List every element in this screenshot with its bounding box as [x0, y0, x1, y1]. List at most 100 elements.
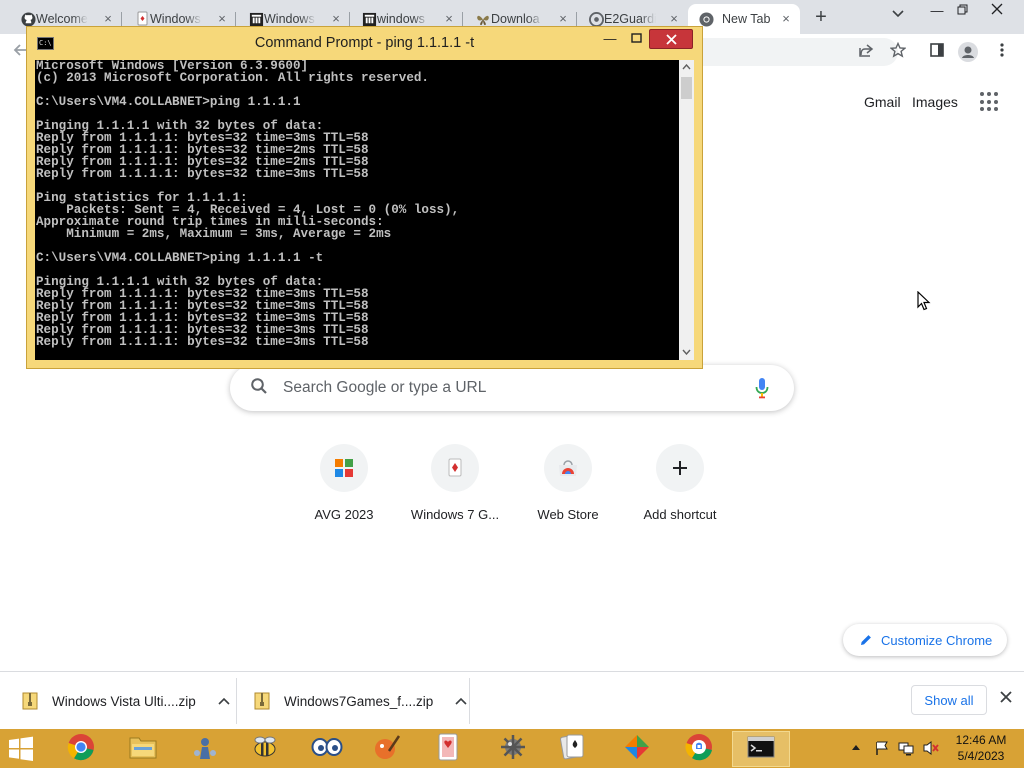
chess-icon — [191, 733, 219, 766]
show-hidden-icons-icon[interactable] — [851, 740, 861, 756]
taskbar-chrome[interactable] — [52, 731, 110, 767]
microphone-icon[interactable] — [754, 376, 770, 400]
search-placeholder: Search Google or type a URL — [283, 379, 487, 396]
command-prompt-window[interactable]: C:\ Command Prompt - ping 1.1.1.1 -t — M… — [26, 26, 703, 369]
tab-close-icon[interactable]: × — [100, 11, 116, 27]
console-output[interactable]: Microsoft Windows [Version 6.3.9600] (c) … — [35, 60, 694, 360]
avg-icon — [320, 444, 368, 492]
close-window-icon[interactable] — [984, 2, 1010, 20]
pencil-icon — [859, 633, 873, 647]
solitaire-icon — [560, 732, 586, 767]
taskbar-chess[interactable] — [176, 731, 234, 767]
file-explorer-icon — [128, 734, 158, 765]
windows-start-icon[interactable] — [6, 734, 36, 764]
add-shortcut-button[interactable]: Add shortcut — [624, 440, 736, 536]
shortcut-label: Windows 7 G... — [410, 507, 500, 522]
scroll-up-icon[interactable] — [679, 60, 694, 75]
command-prompt-icon — [747, 736, 775, 763]
shortcut-avg-2023[interactable]: AVG 2023 — [288, 440, 400, 536]
minimize-icon[interactable]: — — [598, 29, 622, 49]
tab-close-icon[interactable]: × — [441, 11, 457, 27]
download-item[interactable]: Windows7Games_f....zip — [254, 678, 467, 724]
tab-close-icon[interactable]: × — [666, 11, 682, 27]
google-apps-icon[interactable] — [980, 92, 1000, 112]
taskbar-solitaire[interactable] — [544, 731, 602, 767]
minimize-icon[interactable]: — — [924, 2, 950, 20]
console-line: Reply from 1.1.1.1: bytes=32 time=3ms TT… — [36, 167, 369, 181]
tab-close-icon[interactable]: × — [778, 11, 794, 27]
taskbar-hearts[interactable] — [420, 731, 478, 767]
download-filename: Windows Vista Ulti....zip — [52, 693, 196, 709]
tab-title: E2Guardi — [604, 12, 656, 26]
search-icon — [250, 377, 270, 397]
console-line: Reply from 1.1.1.1: bytes=32 time=3ms TT… — [36, 335, 369, 349]
console-line: C:\Users\VM4.COLLABNET>ping 1.1.1.1 -t — [36, 251, 324, 265]
cards-icon — [134, 11, 150, 27]
shortcut-label: Web Store — [537, 507, 599, 522]
images-link[interactable]: Images — [912, 94, 958, 110]
customize-label: Customize Chrome — [881, 632, 993, 648]
zip-file-icon — [22, 692, 38, 710]
window-title-bar[interactable]: C:\ Command Prompt - ping 1.1.1.1 -t — — [27, 27, 702, 58]
taskbar-command-prompt[interactable] — [732, 731, 790, 767]
shortcut-windows-7-games[interactable]: Windows 7 G... — [399, 440, 511, 536]
close-icon[interactable] — [996, 688, 1016, 710]
download-item[interactable]: Windows Vista Ulti....zip — [22, 678, 230, 724]
scrollbar-thumb[interactable] — [681, 77, 692, 99]
console-line: Minimum = 2ms, Maximum = 3ms, Average = … — [36, 227, 392, 241]
close-icon[interactable] — [649, 29, 693, 49]
search-input[interactable]: Search Google or type a URL — [230, 365, 794, 411]
eyes-icon — [311, 737, 343, 762]
customize-chrome-button[interactable]: Customize Chrome — [843, 624, 1007, 656]
web-store-icon — [544, 444, 592, 492]
new-tab-button[interactable]: + — [808, 6, 834, 30]
maximize-icon[interactable] — [625, 29, 647, 49]
taskbar-file-explorer[interactable] — [114, 731, 172, 767]
museum-icon — [361, 11, 377, 27]
tab-title: Windows — [150, 12, 201, 26]
side-panel-icon[interactable] — [927, 42, 947, 62]
profile-avatar-icon[interactable] — [958, 42, 978, 62]
action-center-flag-icon[interactable] — [874, 740, 890, 756]
shortcut-label: Add shortcut — [643, 507, 717, 522]
museum-icon — [248, 11, 264, 27]
paint-icon — [373, 733, 401, 766]
restore-icon[interactable] — [949, 2, 975, 20]
solitaire-icon — [431, 444, 479, 492]
network-icon[interactable] — [898, 740, 914, 756]
screen: Welcome × Windows × Windows × windows × — [0, 0, 1024, 768]
taskbar-bee[interactable] — [236, 731, 294, 767]
chrome-icon — [67, 733, 95, 766]
avg-icon — [623, 733, 651, 766]
tab-close-icon[interactable]: × — [555, 11, 571, 27]
tab-close-icon[interactable]: × — [328, 11, 344, 27]
plus-icon — [656, 444, 704, 492]
taskbar-minesweeper[interactable] — [484, 731, 542, 767]
download-shelf: Windows Vista Ulti....zip Windows7Games_… — [0, 671, 1024, 729]
taskbar-paint[interactable] — [358, 731, 416, 767]
chrome-alt-icon — [684, 732, 714, 767]
gear-icon — [499, 733, 527, 766]
shortcut-web-store[interactable]: Web Store — [512, 440, 624, 536]
console-line: C:\Users\VM4.COLLABNET>ping 1.1.1.1 — [36, 95, 301, 109]
chevron-up-icon[interactable] — [455, 694, 467, 708]
taskbar-eyes[interactable] — [298, 731, 356, 767]
scrollbar[interactable] — [679, 60, 694, 360]
tab-title: windows — [377, 12, 425, 26]
taskbar-chrome-alt[interactable] — [670, 731, 728, 767]
volume-muted-icon[interactable] — [922, 740, 940, 756]
bookmark-star-icon[interactable] — [888, 41, 908, 62]
taskbar: 12:46 AM 5/4/2023 — [0, 729, 1024, 768]
chevron-down-icon[interactable] — [888, 8, 908, 26]
show-all-button[interactable]: Show all — [911, 685, 987, 715]
gmail-link[interactable]: Gmail — [864, 94, 901, 110]
chevron-up-icon[interactable] — [218, 694, 230, 708]
tab-new-tab[interactable]: New Tab × — [688, 4, 800, 34]
taskbar-avg[interactable] — [608, 731, 666, 767]
scroll-down-icon[interactable] — [679, 345, 694, 360]
tab-close-icon[interactable]: × — [214, 11, 230, 27]
tab-title: Windows — [264, 12, 315, 26]
kebab-menu-icon[interactable] — [992, 42, 1012, 62]
system-clock[interactable]: 12:46 AM 5/4/2023 — [950, 732, 1012, 764]
share-icon[interactable] — [856, 42, 876, 62]
